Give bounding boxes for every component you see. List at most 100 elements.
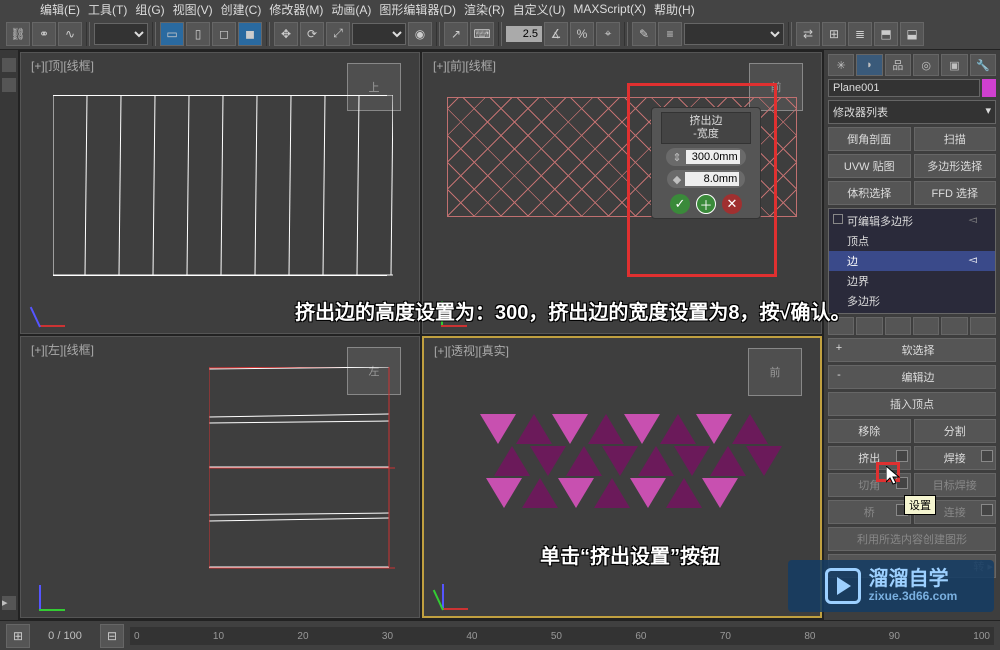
cancel-icon[interactable]: ✕ <box>722 194 742 214</box>
menu-item[interactable]: 工具(T) <box>88 1 127 18</box>
menu-item[interactable]: 视图(V) <box>173 1 213 18</box>
align-icon[interactable]: ⊞ <box>822 22 846 46</box>
menu-item[interactable]: 图形编辑器(D) <box>379 1 456 18</box>
keymode-icon[interactable]: ⌨ <box>470 22 494 46</box>
named-selection[interactable]: 创建选择集 <box>684 23 784 45</box>
mod-btn[interactable]: 倒角剖面 <box>828 127 911 151</box>
extrude-caddy: 挤出边-宽度 ⇕ ◆ ✓ ＋ ✕ <box>651 107 761 219</box>
snap-angle-icon[interactable]: ∡ <box>544 22 568 46</box>
menu-item[interactable]: 编辑(E) <box>40 1 80 18</box>
snap-pct-icon[interactable]: % <box>570 22 594 46</box>
menu-item[interactable]: 动画(A) <box>331 1 371 18</box>
ref-coord-system[interactable]: 视图 <box>352 23 406 45</box>
menu-item[interactable]: 组(G) <box>135 1 164 18</box>
mod-btn[interactable]: 多边形选择 <box>914 154 997 178</box>
strip-btn[interactable] <box>2 58 16 72</box>
select-object-icon[interactable]: ▭ <box>160 22 184 46</box>
timeline[interactable]: 0102030405060708090100 <box>130 627 994 645</box>
rollout-edit-edge[interactable]: -编辑边 <box>828 365 996 389</box>
viewport-top[interactable]: [+][顶][线框] 上 /*verticals drawn below via… <box>20 52 420 334</box>
strip-btn[interactable]: ▸ <box>2 596 16 610</box>
modifier-list[interactable]: 修改器列表▾ <box>828 100 996 124</box>
scale-icon[interactable]: ⤢ <box>326 22 350 46</box>
hierarchy-tab-icon[interactable]: 品 <box>885 54 911 76</box>
create-tab-icon[interactable]: ✳ <box>828 54 854 76</box>
shape-from-sel-button[interactable]: 利用所选内容创建图形 <box>828 527 996 551</box>
selection-filter[interactable]: 全部 <box>94 23 148 45</box>
viewport-left[interactable]: [+][左][线框] 左 <box>20 336 420 618</box>
mod-btn[interactable]: 体积选择 <box>828 181 911 205</box>
timeline-ticks: 0102030405060708090100 <box>130 631 994 645</box>
named-sel-icon[interactable]: ≡ <box>658 22 682 46</box>
snap-toggle-icon[interactable]: ⌖ <box>596 22 620 46</box>
bind-icon[interactable]: ∿ <box>58 22 82 46</box>
left-strip: ▸ <box>0 50 18 620</box>
layers-icon[interactable]: ≣ <box>848 22 872 46</box>
menu-item[interactable]: 渲染(R) <box>464 1 505 18</box>
mod-btn[interactable]: FFD 选择 <box>914 181 997 205</box>
rotate-icon[interactable]: ⟳ <box>300 22 324 46</box>
height-icon: ⇕ <box>672 151 681 164</box>
motion-tab-icon[interactable]: ◎ <box>913 54 939 76</box>
tooltip: 设置 <box>904 495 936 515</box>
object-color[interactable] <box>982 79 996 97</box>
annotation-2: 单击“挤出设置”按钮 <box>540 540 720 569</box>
mirror-icon[interactable]: ⇄ <box>796 22 820 46</box>
edit-named-icon[interactable]: ✎ <box>632 22 656 46</box>
menu-item[interactable]: 修改器(M) <box>269 1 323 18</box>
display-tab-icon[interactable]: ▣ <box>941 54 967 76</box>
weld-button[interactable]: 焊接 <box>914 446 997 470</box>
select-window-icon[interactable]: ◼ <box>238 22 262 46</box>
unlink-icon[interactable]: ⚭ <box>32 22 56 46</box>
curve-editor-icon[interactable]: ⬒ <box>874 22 898 46</box>
viewport-front[interactable]: [+][前][线框] 前 挤出边-宽度 ⇕ ◆ ✓ ＋ ✕ <box>422 52 822 334</box>
strip-btn[interactable] <box>2 78 16 92</box>
move-icon[interactable]: ✥ <box>274 22 298 46</box>
object-name-input[interactable] <box>828 79 980 97</box>
confirm-icon[interactable]: ✓ <box>670 194 690 214</box>
menu-bar: 编辑(E) 工具(T) 组(G) 视图(V) 创建(C) 修改器(M) 动画(A) 图形编辑器… <box>0 0 1000 18</box>
bridge-button[interactable]: 桥 <box>828 500 911 524</box>
modifier-stack[interactable]: 可编辑多边形◅ 顶点 边◅ 边界 多边形 <box>828 208 996 314</box>
highlight-box-2 <box>876 462 900 482</box>
viewport-grid: [+][顶][线框] 上 /*verticals drawn below via… <box>18 50 824 620</box>
key-icon[interactable]: ⊟ <box>100 624 124 648</box>
split-button[interactable]: 分割 <box>914 419 997 443</box>
status-bar: ⊞ 0 / 100 ⊟ 0102030405060708090100 <box>0 620 1000 650</box>
remove-button[interactable]: 移除 <box>828 419 911 443</box>
select-name-icon[interactable]: ▯ <box>186 22 210 46</box>
stack-sub[interactable]: 多边形 <box>829 291 995 311</box>
link-icon[interactable]: ⛓ <box>6 22 30 46</box>
insert-vertex-button[interactable]: 插入顶点 <box>828 392 996 416</box>
utilities-tab-icon[interactable]: 🔧 <box>970 54 996 76</box>
stack-sub[interactable]: 边界 <box>829 271 995 291</box>
mod-btn[interactable]: UVW 贴图 <box>828 154 911 178</box>
extrude-height-input[interactable] <box>686 150 740 164</box>
timeconfig-icon[interactable]: ⊞ <box>6 624 30 648</box>
viewport-perspective[interactable]: [+][透视][真实] 前 <box>422 336 822 618</box>
target-weld-button[interactable]: 目标焊接 <box>914 473 997 497</box>
apply-plus-icon[interactable]: ＋ <box>696 194 716 214</box>
extruded-geometry <box>480 414 770 510</box>
manip-icon[interactable]: ↗ <box>444 22 468 46</box>
extrude-width-input[interactable] <box>685 172 739 186</box>
frame-display: 0 / 100 <box>36 630 94 642</box>
select-rect-icon[interactable]: ◻ <box>212 22 236 46</box>
rollout-soft[interactable]: +软选择 <box>828 338 996 362</box>
mod-btn[interactable]: 扫描 <box>914 127 997 151</box>
menu-item[interactable]: 创建(C) <box>221 1 262 18</box>
menu-item[interactable]: MAXScript(X) <box>573 2 646 16</box>
menu-item[interactable]: 自定义(U) <box>513 1 566 18</box>
modify-tab-icon[interactable]: ◗ <box>856 54 882 76</box>
schematic-icon[interactable]: ⬓ <box>900 22 924 46</box>
menu-item[interactable]: 帮助(H) <box>654 1 695 18</box>
stack-sub[interactable]: 顶点 <box>829 231 995 251</box>
stack-sub-edge[interactable]: 边◅ <box>829 251 995 271</box>
modifier-buttons: 倒角剖面 扫描 UVW 贴图 多边形选择 体积选择 FFD 选择 <box>828 127 996 205</box>
spinner-value[interactable]: 2.5 <box>506 26 542 42</box>
extrude-settings-button[interactable] <box>896 450 908 462</box>
main-toolbar: ⛓ ⚭ ∿ 全部 ▭ ▯ ◻ ◼ ✥ ⟳ ⤢ 视图 ◉ ↗ ⌨ 2.5 ∡ % … <box>0 18 1000 50</box>
pivot-icon[interactable]: ◉ <box>408 22 432 46</box>
annotation-1: 挤出边的高度设置为：300，挤出边的宽度设置为8，按√确认。 <box>295 296 850 325</box>
viewcube[interactable]: 前 <box>748 348 802 396</box>
